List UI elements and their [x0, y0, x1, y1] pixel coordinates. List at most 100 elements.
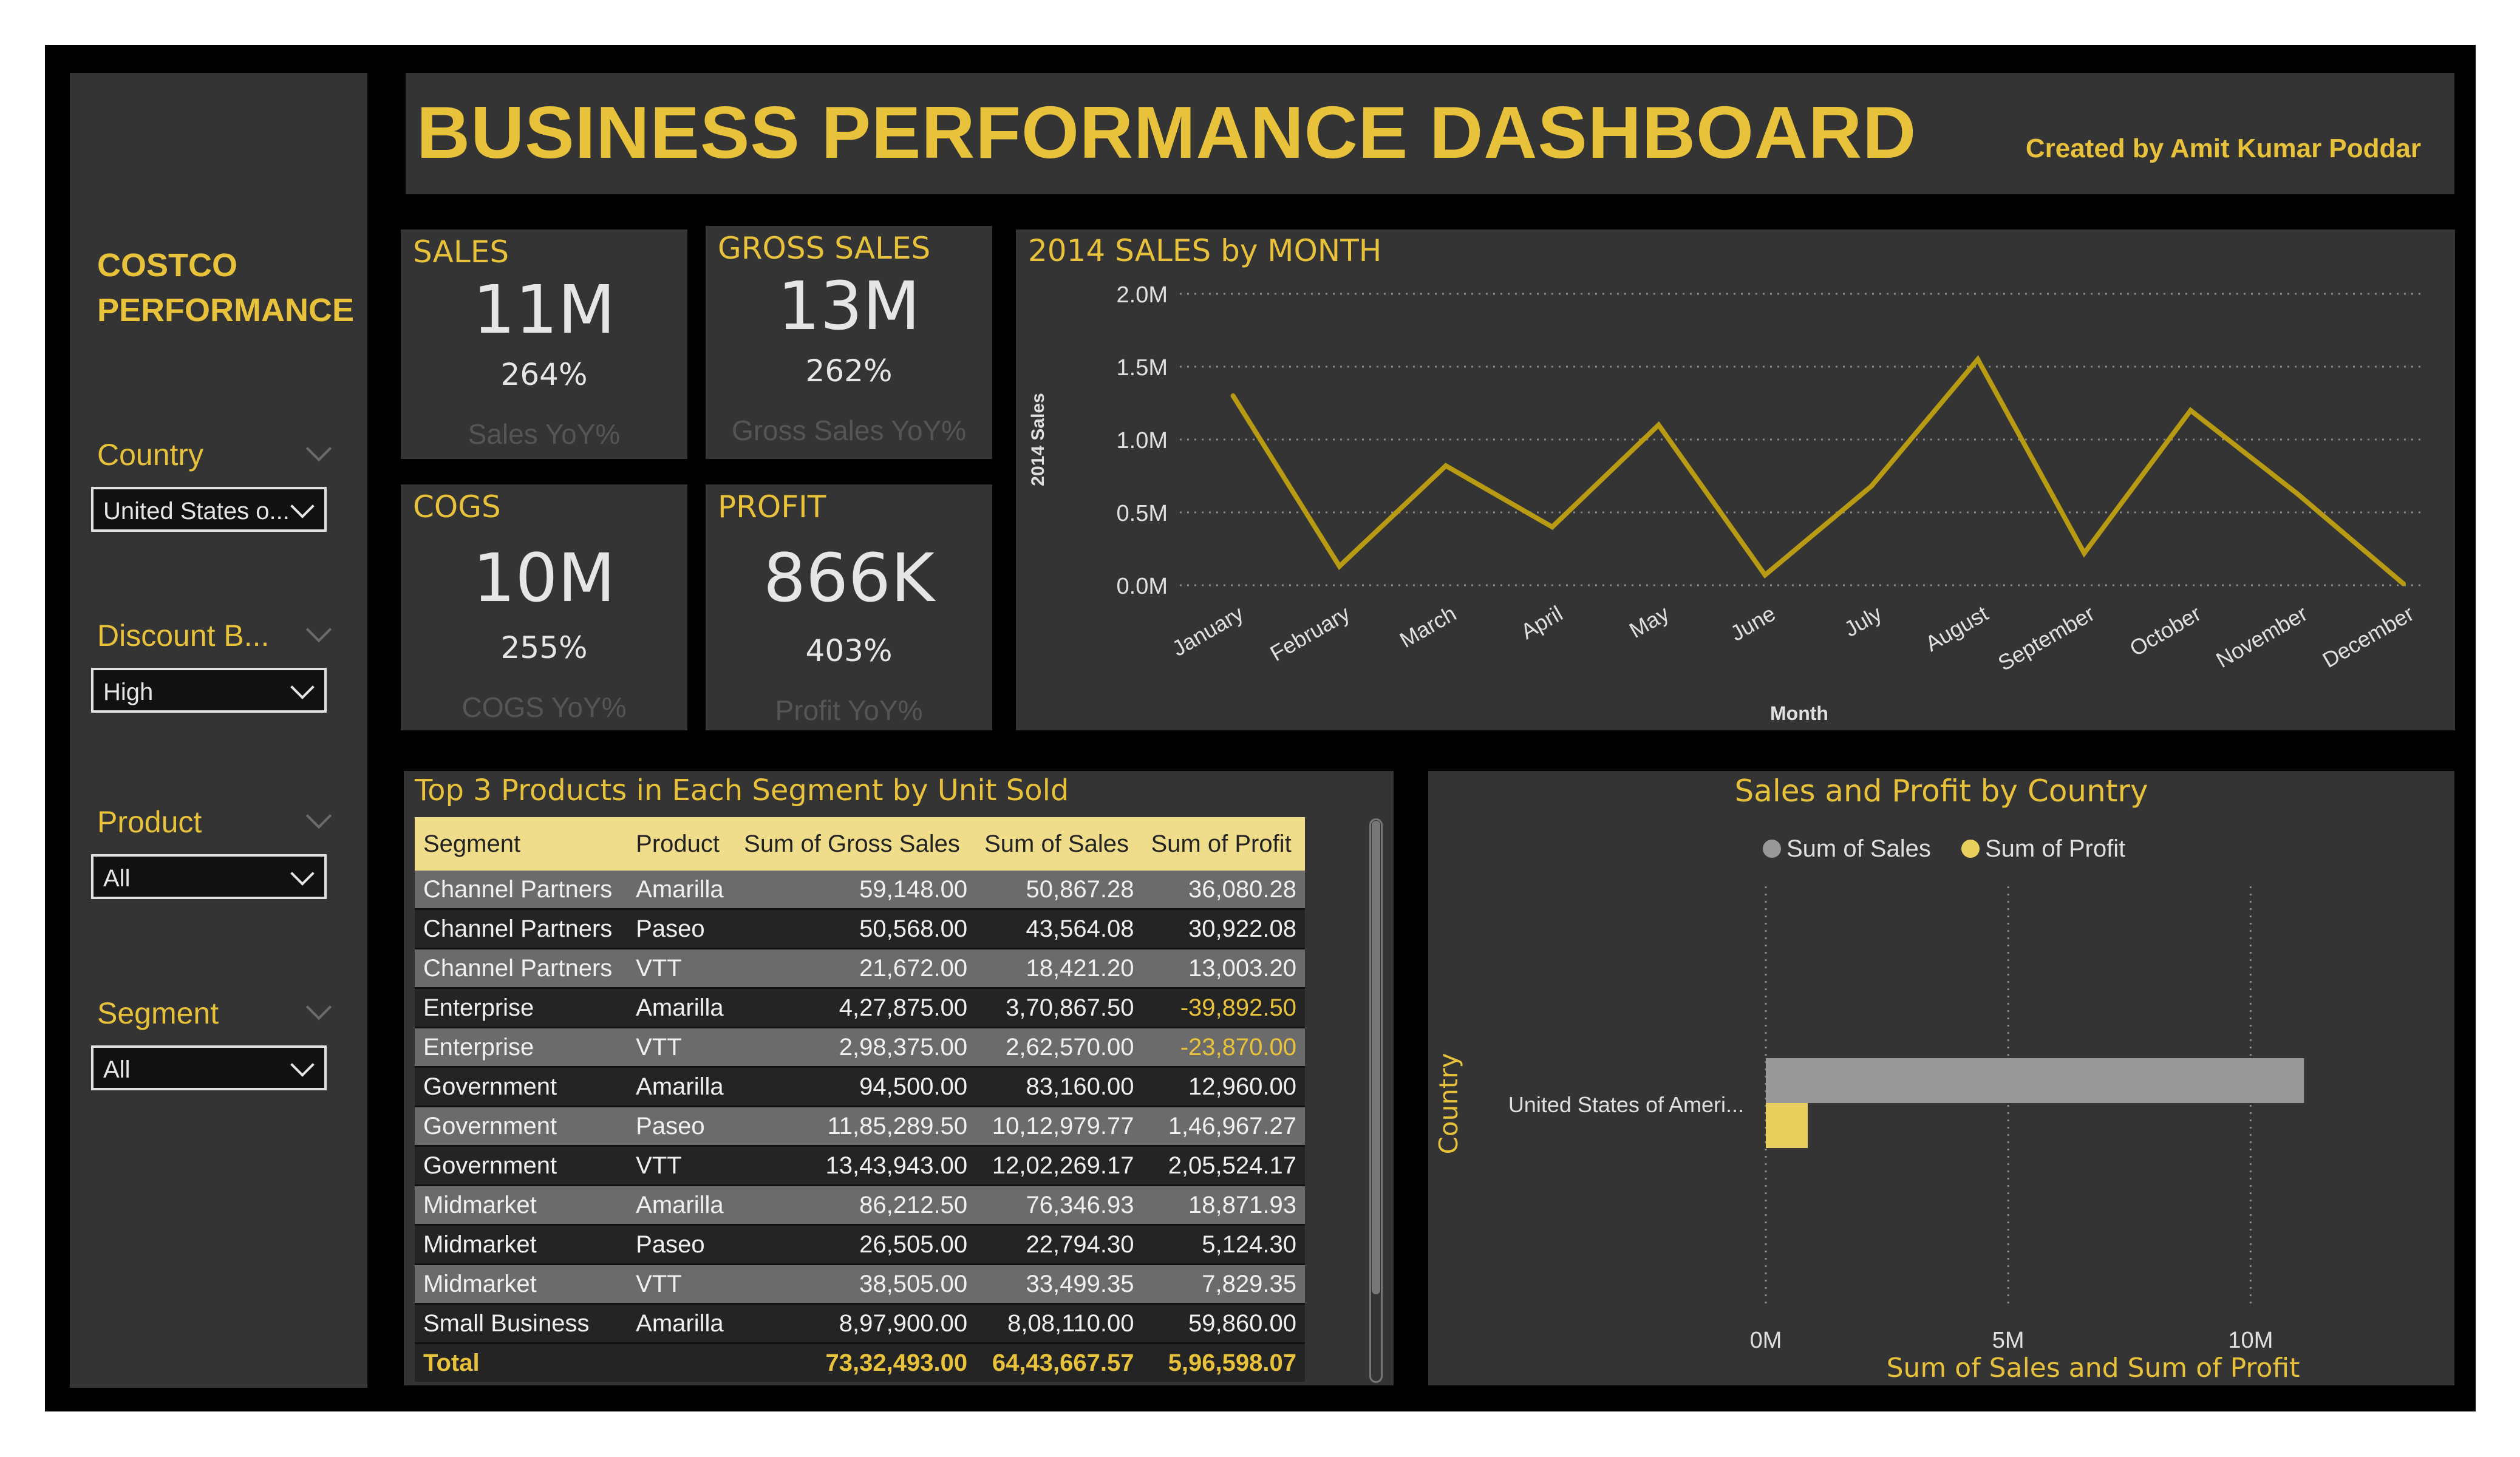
table-cell: 76,346.93 — [976, 1185, 1143, 1226]
x-tick-label: August — [1921, 600, 1993, 656]
table-cell: 21,672.00 — [735, 948, 976, 989]
table-total-row: Total 73,32,493.00 64,43,667.57 5,96,598.07 — [415, 1343, 1305, 1382]
chevron-down-icon[interactable] — [305, 435, 332, 462]
total-cell — [627, 1343, 736, 1382]
top-products-table: Segment Product Sum of Gross Sales Sum of S… — [415, 817, 1305, 1382]
table-cell: VTT — [627, 1264, 736, 1305]
data-point — [1656, 423, 1661, 427]
kpi-yoy-label: Gross Sales YoY% — [731, 415, 967, 446]
table-scrollbar-thumb[interactable] — [1372, 821, 1380, 1294]
table-cell: 18,421.20 — [976, 948, 1143, 989]
x-tick-label: March — [1395, 600, 1460, 653]
column-header[interactable]: Segment — [415, 817, 628, 871]
table-cell: 13,43,943.00 — [735, 1146, 976, 1186]
country-dropdown[interactable]: United States o... — [91, 487, 327, 532]
table-row: Enterprise VTT 2,98,375.00 2,62,570.00 -23,8… — [415, 1027, 1305, 1068]
kpi-yoy-percent: 264% — [500, 357, 588, 392]
table-cell: 33,499.35 — [976, 1264, 1143, 1305]
segment-dropdown[interactable]: All — [91, 1045, 327, 1090]
kpi-card-cogs: COGS 10M 255% COGS YoY% — [401, 484, 687, 730]
chevron-down-icon[interactable] — [305, 803, 332, 829]
x-tick-label: June — [1726, 600, 1780, 646]
product-dropdown-value: All — [103, 865, 131, 892]
y-tick-label: 2.0M — [1117, 282, 1168, 308]
column-header[interactable]: Sum of Profit — [1142, 817, 1305, 871]
kpi-label: GROSS SALES — [718, 231, 931, 266]
legend-marker — [1763, 840, 1781, 858]
discount-band-dropdown-value: High — [103, 679, 154, 705]
total-cell: 64,43,667.57 — [976, 1343, 1143, 1382]
sales-line — [1231, 355, 2405, 586]
y-axis-title: Country — [1434, 1053, 1463, 1155]
total-cell: 5,96,598.07 — [1142, 1343, 1305, 1382]
data-point — [1337, 563, 1342, 569]
table-cell: 38,505.00 — [735, 1264, 976, 1305]
x-tick-label: February — [1266, 600, 1354, 666]
filter-label-product: Product — [97, 805, 202, 839]
author-credit: Created by Amit Kumar Poddar — [2025, 134, 2421, 163]
data-point — [1868, 483, 1874, 489]
x-tick-label: 10M — [2228, 1328, 2273, 1353]
table-cell: Small Business — [415, 1303, 628, 1344]
table-cell: 5,124.30 — [1142, 1224, 1305, 1265]
kpi-card-profit: PROFIT 866K 403% Profit YoY% — [706, 484, 992, 730]
table-cell: VTT — [627, 1027, 736, 1068]
kpi-value: 11M — [472, 271, 616, 348]
kpi-yoy-percent: 403% — [805, 633, 893, 668]
table-row: Midmarket VTT 38,505.00 33,499.35 7,829.35 — [415, 1264, 1305, 1305]
table-row: Government Paseo 11,85,289.50 10,12,979.77 1… — [415, 1106, 1305, 1147]
table-cell: Paseo — [627, 1106, 736, 1147]
table-row: Midmarket Paseo 26,505.00 22,794.30 5,124.30 — [415, 1224, 1305, 1265]
x-tick-label: 5M — [1992, 1328, 2025, 1353]
x-tick-label: October — [2125, 600, 2205, 661]
kpi-yoy-label: Sales YoY% — [468, 418, 621, 450]
column-header[interactable]: Product — [627, 817, 736, 871]
table-cell: 12,02,269.17 — [976, 1146, 1143, 1186]
table-cell: Amarilla — [627, 1303, 736, 1344]
table-cell: 2,62,570.00 — [976, 1027, 1143, 1068]
chevron-down-icon[interactable] — [305, 994, 332, 1021]
x-tick-label: December — [2318, 600, 2418, 673]
profit-bar — [1766, 1103, 1808, 1148]
table-row: Government Amarilla 94,500.00 83,160.00 12,9… — [415, 1067, 1305, 1107]
table-cell: Government — [415, 1106, 628, 1147]
data-point — [2400, 581, 2406, 586]
brand-line-2: PERFORMANCE — [97, 292, 355, 328]
data-point — [2082, 551, 2087, 556]
x-axis-title: Month — [1770, 702, 1828, 724]
bar-chart-svg: Sum of Sales Sum of Profit 0M 5M 10M United S… — [1434, 835, 2304, 1384]
filter-label-discount: Discount B... — [97, 619, 270, 653]
y-tick-label: 0.0M — [1117, 574, 1168, 599]
table-cell: 3,70,867.50 — [976, 988, 1143, 1028]
chevron-down-icon[interactable] — [305, 616, 332, 643]
data-point — [2188, 408, 2193, 413]
table-cell: Midmarket — [415, 1264, 628, 1305]
table-cell: -39,892.50 — [1142, 988, 1305, 1028]
kpi-value: 10M — [472, 539, 616, 617]
kpi-label: PROFIT — [718, 489, 826, 525]
table-row: Channel Partners Amarilla 59,148.00 50,867.… — [415, 871, 1305, 910]
table-cell: Amarilla — [627, 1067, 736, 1107]
table-cell: Channel Partners — [415, 948, 628, 989]
table-cell: 26,505.00 — [735, 1224, 976, 1265]
table-row: Midmarket Amarilla 86,212.50 76,346.93 18,87… — [415, 1185, 1305, 1226]
x-tick-label: January — [1168, 600, 1247, 661]
table-cell: Enterprise — [415, 1027, 628, 1068]
segment-dropdown-value: All — [103, 1056, 131, 1083]
sales-bar — [1766, 1058, 2304, 1103]
table-cell: 36,080.28 — [1142, 871, 1305, 910]
top-products-table-panel: Top 3 Products in Each Segment by Unit S… — [404, 771, 1394, 1385]
table-cell: Amarilla — [627, 1185, 736, 1226]
product-dropdown[interactable]: All — [91, 854, 327, 899]
data-point — [1975, 357, 1981, 362]
column-header[interactable]: Sum of Sales — [976, 817, 1143, 871]
discount-band-dropdown[interactable]: High — [91, 668, 327, 713]
table-cell: 7,829.35 — [1142, 1264, 1305, 1305]
table-cell: 8,97,900.00 — [735, 1303, 976, 1344]
kpi-card-sales: SALES 11M 264% Sales YoY% — [401, 229, 687, 459]
table-title: Top 3 Products in Each Segment by Unit S… — [415, 773, 1069, 807]
table-cell: 11,85,289.50 — [735, 1106, 976, 1147]
column-header[interactable]: Sum of Gross Sales — [735, 817, 976, 871]
kpi-label: COGS — [413, 489, 501, 525]
table-cell: 18,871.93 — [1142, 1185, 1305, 1226]
